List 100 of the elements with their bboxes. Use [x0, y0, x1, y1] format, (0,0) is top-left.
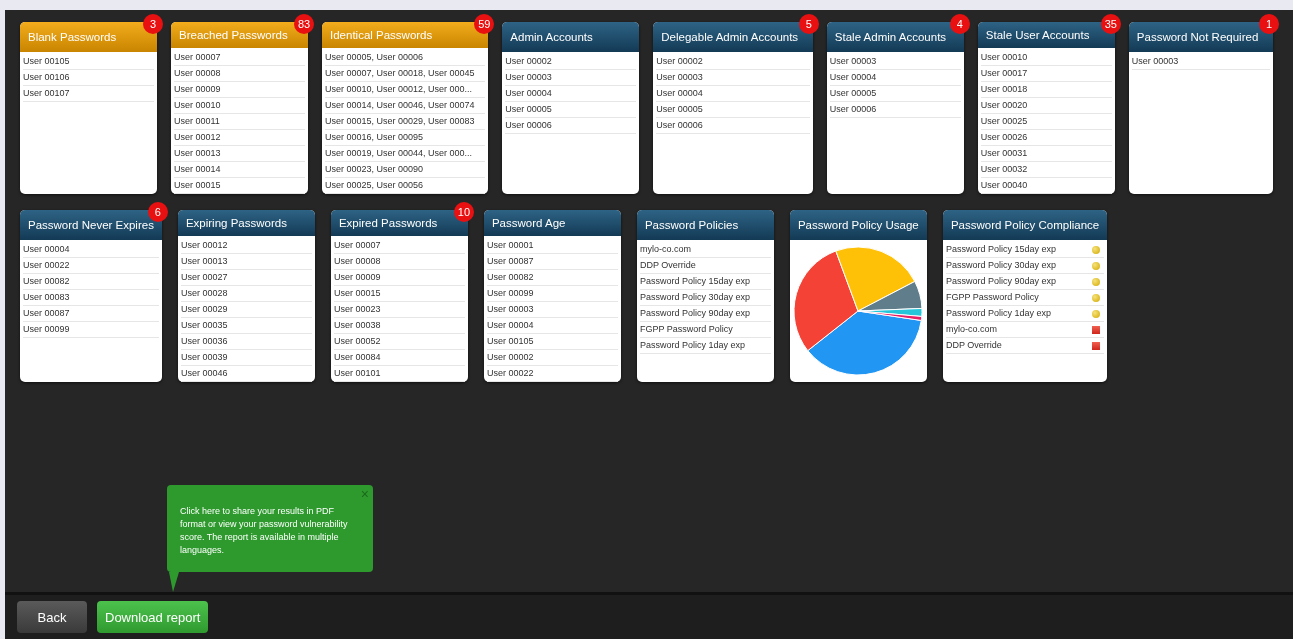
- list-row[interactable]: FGPP Password Policy: [945, 290, 1105, 306]
- list-row[interactable]: User 00099: [23, 322, 159, 338]
- list-row[interactable]: User 00016, User 00095: [325, 130, 486, 146]
- list-row[interactable]: User 00029: [180, 302, 312, 318]
- list-row[interactable]: User 00013: [180, 254, 312, 270]
- list-row[interactable]: User 00013: [174, 146, 305, 162]
- list-row[interactable]: User 00012: [180, 238, 312, 254]
- list-row[interactable]: User 00008: [333, 254, 465, 270]
- report-card[interactable]: Expiring Passwords User 00012 User 00013 User 00027 User 00028 User 00029 User 00035 User 00036 User 00039 User 00046: [177, 210, 315, 382]
- list-row[interactable]: User 00011: [174, 114, 305, 130]
- list-row[interactable]: User 00026: [980, 130, 1112, 146]
- list-row[interactable]: User 00032: [980, 162, 1112, 178]
- list-row[interactable]: User 00015, User 00029, User 00083: [325, 114, 486, 130]
- list-row[interactable]: User 00004: [23, 242, 159, 258]
- list-row[interactable]: User 00106: [23, 70, 154, 86]
- list-row[interactable]: User 00004: [829, 70, 961, 86]
- list-row[interactable]: User 00017: [980, 66, 1112, 82]
- list-row[interactable]: User 00010: [174, 98, 305, 114]
- list-row[interactable]: User 00099: [486, 286, 618, 302]
- list-row[interactable]: User 00025: [980, 114, 1112, 130]
- list-row[interactable]: User 00040: [980, 178, 1112, 194]
- list-row[interactable]: User 00005, User 00006: [325, 50, 486, 66]
- list-row[interactable]: User 00004: [505, 86, 637, 102]
- list-row[interactable]: User 00023, User 00090: [325, 162, 486, 178]
- list-row[interactable]: User 00015: [174, 178, 305, 194]
- list-row[interactable]: User 00008: [174, 66, 305, 82]
- list-row[interactable]: User 00006: [505, 118, 637, 134]
- list-row[interactable]: User 00007: [174, 50, 305, 66]
- list-row[interactable]: User 00082: [23, 274, 159, 290]
- list-row[interactable]: User 00036: [180, 334, 312, 350]
- list-row[interactable]: User 00007, User 00018, User 00045: [325, 66, 486, 82]
- report-card[interactable]: Admin Accounts User 00002 User 00003 User 00004 User 00005 User 00006: [502, 22, 640, 194]
- list-row[interactable]: User 00014, User 00046, User 00074: [325, 98, 486, 114]
- report-card[interactable]: Password Policy Usage: [789, 210, 927, 382]
- list-row[interactable]: User 00107: [23, 86, 154, 102]
- list-row[interactable]: User 00038: [333, 318, 465, 334]
- list-row[interactable]: User 00105: [486, 334, 618, 350]
- list-row[interactable]: User 00009: [174, 82, 305, 98]
- list-row[interactable]: User 00028: [180, 286, 312, 302]
- list-row[interactable]: User 00101: [333, 366, 465, 382]
- list-row[interactable]: mylo-co.com: [945, 322, 1105, 338]
- back-button[interactable]: Back: [17, 601, 87, 633]
- list-row[interactable]: User 00087: [486, 254, 618, 270]
- list-row[interactable]: User 00005: [656, 102, 810, 118]
- list-row[interactable]: User 00039: [180, 350, 312, 366]
- list-row[interactable]: Password Policy 30day exp: [945, 258, 1105, 274]
- list-row[interactable]: User 00023: [333, 302, 465, 318]
- list-row[interactable]: Password Policy 90day exp: [945, 274, 1105, 290]
- list-row[interactable]: User 00015: [333, 286, 465, 302]
- list-row[interactable]: User 00105: [23, 54, 154, 70]
- list-row[interactable]: Password Policy 1day exp: [639, 338, 771, 354]
- list-row[interactable]: User 00019, User 00044, User 000...: [325, 146, 486, 162]
- list-row[interactable]: User 00082: [486, 270, 618, 286]
- list-row[interactable]: Password Policy 90day exp: [639, 306, 771, 322]
- list-row[interactable]: User 00004: [486, 318, 618, 334]
- list-row[interactable]: User 00025, User 00056: [325, 178, 486, 194]
- list-row[interactable]: User 00012: [174, 130, 305, 146]
- list-row[interactable]: mylo-co.com: [639, 242, 771, 258]
- list-row[interactable]: User 00018: [980, 82, 1112, 98]
- list-row[interactable]: User 00010, User 00012, User 000...: [325, 82, 486, 98]
- list-row[interactable]: User 00006: [656, 118, 810, 134]
- list-row[interactable]: User 00005: [829, 86, 961, 102]
- report-card[interactable]: [322, 22, 489, 194]
- list-row[interactable]: User 00009: [333, 270, 465, 286]
- list-row[interactable]: User 00022: [486, 366, 618, 382]
- report-card[interactable]: Password Policies mylo-co.com DDP Override Password Policy 15day exp Password Policy 30day exp Password Policy 90day exp FGPP Password Policy Password Policy 1day exp: [636, 210, 774, 382]
- list-row[interactable]: User 00002: [486, 350, 618, 366]
- list-row[interactable]: FGPP Password Policy: [639, 322, 771, 338]
- list-row[interactable]: User 00002: [505, 54, 637, 70]
- list-row[interactable]: User 00046: [180, 366, 312, 382]
- list-row[interactable]: User 00052: [333, 334, 465, 350]
- list-row[interactable]: User 00003: [505, 70, 637, 86]
- list-row[interactable]: User 00083: [23, 290, 159, 306]
- list-row[interactable]: User 00020: [980, 98, 1112, 114]
- list-row[interactable]: User 00003: [829, 54, 961, 70]
- list-row[interactable]: DDP Override: [945, 338, 1105, 354]
- list-row[interactable]: User 00035: [180, 318, 312, 334]
- report-card[interactable]: Password Policy Compliance Password Policy 15day exp Password Policy 30day exp Password Policy 90day exp FGPP Password Policy Password Policy 1day exp mylo-co.com DDP Override: [942, 210, 1108, 382]
- list-row[interactable]: User 00014: [174, 162, 305, 178]
- list-row[interactable]: User 00002: [656, 54, 810, 70]
- list-row[interactable]: User 00087: [23, 306, 159, 322]
- list-row[interactable]: User 00022: [23, 258, 159, 274]
- list-row[interactable]: User 00003: [486, 302, 618, 318]
- list-row[interactable]: User 00084: [333, 350, 465, 366]
- list-row[interactable]: User 00007: [333, 238, 465, 254]
- list-row[interactable]: User 00004: [656, 86, 810, 102]
- list-row[interactable]: Password Policy 1day exp: [945, 306, 1105, 322]
- report-card[interactable]: Password Age User 00001 User 00087 User 00082 User 00099 User 00003 User 00004 User 00105 User 00002 User 00022: [483, 210, 621, 382]
- list-row[interactable]: Password Policy 15day exp: [639, 274, 771, 290]
- list-row[interactable]: Password Policy 30day exp: [639, 290, 771, 306]
- list-row[interactable]: Password Policy 15day exp: [945, 242, 1105, 258]
- list-row[interactable]: User 00001: [486, 238, 618, 254]
- list-row[interactable]: User 00010: [980, 50, 1112, 66]
- list-row[interactable]: User 00027: [180, 270, 312, 286]
- list-row[interactable]: User 00031: [980, 146, 1112, 162]
- list-row[interactable]: User 00006: [829, 102, 961, 118]
- list-row[interactable]: User 00003: [656, 70, 810, 86]
- list-row[interactable]: User 00005: [505, 102, 637, 118]
- list-row[interactable]: DDP Override: [639, 258, 771, 274]
- list-row[interactable]: User 00003: [1131, 54, 1270, 70]
